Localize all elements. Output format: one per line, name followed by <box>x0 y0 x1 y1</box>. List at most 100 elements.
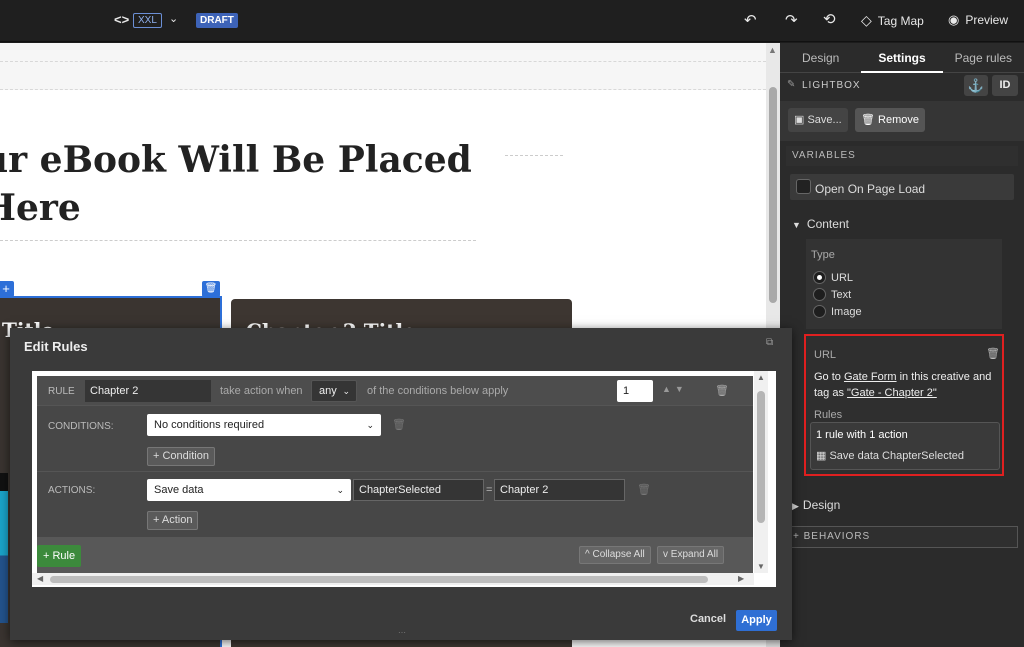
dashed-placeholder-strip <box>0 43 766 90</box>
grid-icon: ▦ <box>816 450 830 462</box>
chevron-down-icon: ⌄ <box>342 386 350 396</box>
tag-icon: ◇ <box>861 12 872 28</box>
tab-design[interactable]: Design <box>780 43 862 73</box>
scroll-down-icon[interactable]: ▼ <box>757 562 765 571</box>
code-icon[interactable]: <> <box>114 12 129 27</box>
vertical-scroll-thumb[interactable] <box>757 391 765 523</box>
save-button[interactable]: ▣ Save... <box>788 108 848 132</box>
rule-header: RULE take action when any ⌄ of the condit… <box>37 376 753 406</box>
content-label: Content <box>806 217 849 231</box>
trash-icon[interactable]: 🗑 <box>637 483 651 496</box>
pencil-icon[interactable]: ✎ <box>787 79 795 90</box>
url-config-highlight: URL 🗑 Go to Gate Form in this creative a… <box>804 334 1004 476</box>
id-button[interactable]: ID <box>992 75 1018 96</box>
action-select[interactable]: Save data ⌄ <box>147 479 351 501</box>
horizontal-scroll-thumb[interactable] <box>50 576 708 583</box>
content-section-toggle[interactable]: ▼ Content <box>792 217 849 231</box>
add-element-icon[interactable]: + <box>0 281 14 297</box>
trash-icon[interactable]: 🗑 <box>986 347 1000 360</box>
tab-page-rules[interactable]: Page rules <box>942 43 1024 73</box>
conditions-label: CONDITIONS: <box>48 421 114 432</box>
url-desc-prefix: Go to <box>814 371 844 383</box>
canvas-scroll-thumb[interactable] <box>769 87 777 303</box>
trash-icon: 🗑 <box>861 114 879 126</box>
scroll-left-icon[interactable]: ◀ <box>37 574 43 583</box>
save-label: Save... <box>807 114 842 126</box>
popout-icon[interactable]: ⧉ <box>766 337 773 348</box>
trash-icon[interactable]: 🗑 <box>715 384 729 397</box>
radio-image[interactable] <box>813 305 826 318</box>
scroll-up-icon[interactable]: ▲ <box>757 373 765 382</box>
data-value-input[interactable]: Chapter 2 <box>494 479 625 501</box>
resize-grip-icon[interactable]: ⋯ <box>398 628 406 637</box>
data-name-input[interactable]: ChapterSelected <box>353 479 484 501</box>
cancel-button[interactable]: Cancel <box>690 613 726 625</box>
chevron-down-icon[interactable]: ⌄ <box>169 12 178 25</box>
scroll-right-icon[interactable]: ▶ <box>738 574 744 583</box>
anchor-icon[interactable]: ⚓ <box>964 75 988 96</box>
radio-url-label: URL <box>831 272 854 284</box>
radio-url[interactable] <box>813 271 826 284</box>
history-icon[interactable]: ⟲ <box>823 10 836 28</box>
dialog-title: Edit Rules <box>24 339 88 354</box>
draft-status-badge: DRAFT <box>196 13 238 28</box>
rules-editor: RULE take action when any ⌄ of the condit… <box>32 371 776 587</box>
redo-icon[interactable]: ↷ <box>785 11 798 29</box>
condition-select[interactable]: No conditions required ⌄ <box>147 414 381 436</box>
actions-label: ACTIONS: <box>48 485 96 496</box>
type-label: Type <box>811 249 835 261</box>
scroll-up-icon[interactable]: ▲ <box>768 45 777 55</box>
caret-down-icon: ▼ <box>792 220 801 230</box>
remove-button[interactable]: 🗑 Remove <box>855 108 925 132</box>
add-action-button[interactable]: + Action <box>147 511 199 530</box>
open-on-load-checkbox[interactable] <box>796 179 811 194</box>
behaviors-header[interactable]: + BEHAVIORS <box>790 526 1018 548</box>
open-on-page-load-row[interactable]: Open On Page Load <box>790 174 1014 200</box>
design-section-toggle[interactable]: ▶ Design <box>792 498 840 512</box>
rule-priority-input[interactable]: 1 <box>617 380 653 402</box>
reorder-arrows-icon[interactable]: ▲▼ <box>662 384 688 394</box>
rules-action-line: ▦ Save data ChapterSelected <box>816 449 964 462</box>
rules-summary: 1 rule with 1 action <box>816 429 908 441</box>
chevron-down-icon: ⌄ <box>366 420 374 430</box>
variables-header: VARIABLES <box>786 146 1018 166</box>
preview-button[interactable]: ◉ Preview <box>948 12 1008 28</box>
ebook-headline[interactable]: ur eBook Will Be Placed Here <box>0 136 482 232</box>
editor-vertical-scrollbar[interactable]: ▲ ▼ <box>754 371 768 573</box>
headline-line-1: ur eBook Will Be Placed <box>0 139 472 181</box>
delete-element-icon[interactable]: 🗑 <box>202 281 220 297</box>
element-header: ✎ LIGHTBOX ⚓ ID <box>780 74 1024 98</box>
editor-horizontal-scrollbar[interactable]: ◀ ▶ <box>32 573 754 585</box>
url-target-link[interactable]: Gate Form <box>844 371 897 383</box>
top-toolbar: <> XXL ⌄ DRAFT ↶ ↷ ⟲ ◇ Tag Map ◉ Preview <box>0 0 1024 42</box>
expand-all-button[interactable]: v Expand All <box>657 546 725 564</box>
match-select[interactable]: any ⌄ <box>311 380 357 402</box>
rule-label: RULE <box>48 386 75 397</box>
url-tag-link[interactable]: "Gate - Chapter 2" <box>847 387 937 399</box>
radio-image-label: Image <box>831 306 862 318</box>
floppy-icon: ▣ <box>794 114 808 126</box>
conditions-apply-text: of the conditions below apply <box>367 385 509 397</box>
collapse-all-button[interactable]: ^ Collapse All <box>579 546 651 564</box>
apply-button[interactable]: Apply <box>736 610 777 631</box>
undo-icon[interactable]: ↶ <box>744 11 757 29</box>
design-label: Design <box>802 498 841 512</box>
remove-label: Remove <box>878 114 919 126</box>
rules-action-name: ChapterSelected <box>882 450 964 462</box>
headline-dashed-outline <box>0 240 476 241</box>
add-condition-button[interactable]: + Condition <box>147 447 215 466</box>
tag-map-button[interactable]: ◇ Tag Map <box>861 12 924 29</box>
rules-footer: + Rule ^ Collapse All v Expand All <box>37 537 753 573</box>
radio-text[interactable] <box>813 288 826 301</box>
trash-icon[interactable]: 🗑 <box>392 418 406 431</box>
chevron-down-icon: ⌄ <box>336 485 344 495</box>
add-rule-button[interactable]: + Rule <box>37 545 82 567</box>
panel-tabs: Design Settings Page rules <box>780 43 1024 73</box>
rule-block: RULE take action when any ⌄ of the condit… <box>37 376 753 576</box>
rules-summary-box[interactable]: 1 rule with 1 action ▦ Save data Chapter… <box>810 422 1000 470</box>
rule-name-input[interactable] <box>85 380 211 402</box>
tab-settings[interactable]: Settings <box>861 43 943 73</box>
breakpoint-badge[interactable]: XXL <box>133 13 162 28</box>
url-description[interactable]: Go to Gate Form in this creative and tag… <box>814 369 994 401</box>
action-value: Save data <box>154 484 204 496</box>
